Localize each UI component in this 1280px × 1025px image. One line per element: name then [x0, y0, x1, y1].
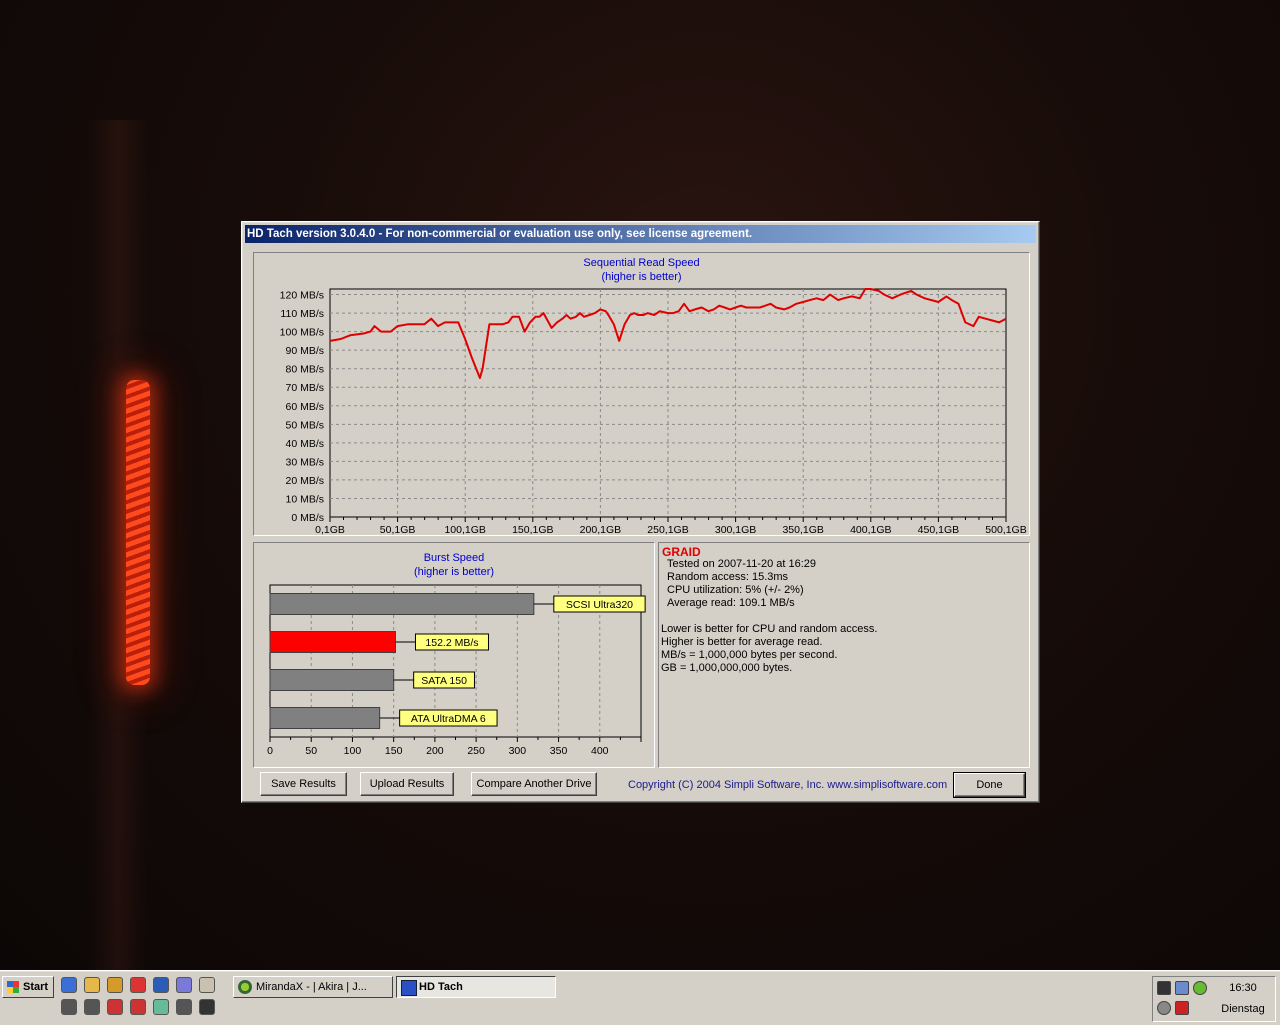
windows-logo-icon — [7, 981, 19, 993]
task-miranda-label: MirandaX - | Akira | J... — [256, 981, 367, 993]
taskbar: Start MirandaX - | Akira | J... HD Tach … — [0, 970, 1280, 1025]
burst-x-tick-label: 0 — [267, 745, 273, 757]
task-hdtach[interactable]: HD Tach — [396, 976, 556, 998]
compare-drive-button[interactable]: Compare Another Drive — [471, 772, 597, 796]
tray-miranda-icon[interactable] — [1193, 981, 1207, 995]
burst-bar-label: SCSI Ultra320 — [566, 599, 633, 611]
burst-bar-label: 152.2 MB/s — [425, 637, 478, 649]
note-lower-better: Lower is better for CPU and random acces… — [661, 623, 878, 635]
burst-speed-chart: 0 50 100 150 200 250 300 350 400 SCSI Ultra320 152… — [267, 584, 646, 757]
wallpaper-neon-light — [126, 380, 150, 685]
save-results-button[interactable]: Save Results — [260, 772, 347, 796]
app-icon[interactable] — [176, 999, 192, 1015]
hdtach-icon — [401, 980, 417, 996]
seq-y-tick-label: 0 MB/s — [291, 512, 324, 524]
burst-x-tick-label: 400 — [591, 745, 609, 757]
results-info-panel: GRAID Tested on 2007-11-20 at 16:29 Rand… — [658, 542, 1030, 768]
seq-x-tick-label: 450,1GB — [918, 524, 959, 535]
app-icon[interactable] — [130, 999, 146, 1015]
burst-x-tick-label: 200 — [426, 745, 444, 757]
burst-x-tick-label: 300 — [509, 745, 527, 757]
burst-speed-panel: Burst Speed (higher is better) 0 50 100 150… — [253, 542, 655, 768]
burst-x-tick-label: 150 — [385, 745, 403, 757]
upload-results-button[interactable]: Upload Results — [360, 772, 454, 796]
burst-bar-label: ATA UltraDMA 6 — [411, 713, 486, 725]
sequential-read-chart: 0 MB/s 10 MB/s 20 MB/s 30 MB/s 40 MB/s 50 MB/… — [280, 288, 1027, 535]
tray-network-icon[interactable] — [1175, 981, 1189, 995]
start-label: Start — [23, 981, 49, 993]
seq-y-tick-label: 40 MB/s — [285, 438, 324, 450]
system-tray: 16:30 Dienstag — [1152, 976, 1276, 1022]
burst-bar — [269, 631, 396, 653]
app-icon[interactable] — [176, 977, 192, 993]
burst-x-tick-label: 250 — [467, 745, 485, 757]
seq-x-tick-label: 150,1GB — [512, 524, 553, 535]
seq-y-tick-label: 20 MB/s — [285, 475, 324, 487]
hdtach-window[interactable]: HD Tach version 3.0.4.0 - For non-commer… — [241, 221, 1040, 803]
save-results-label: Save Results — [271, 778, 336, 790]
task-miranda[interactable]: MirandaX - | Akira | J... — [233, 976, 393, 998]
seq-x-tick-label: 250,1GB — [647, 524, 688, 535]
done-button[interactable]: Done — [953, 772, 1026, 798]
sequential-read-panel: Sequential Read Speed (higher is better)… — [253, 252, 1030, 536]
seq-x-tick-label: 200,1GB — [580, 524, 621, 535]
burst-x-tick-label: 350 — [550, 745, 568, 757]
cpu-utilization: CPU utilization: 5% (+/- 2%) — [667, 584, 804, 596]
app-icon[interactable] — [84, 999, 100, 1015]
note-mbs-definition: MB/s = 1,000,000 bytes per second. — [661, 649, 838, 661]
steam-icon[interactable] — [199, 999, 215, 1015]
average-read: Average read: 109.1 MB/s — [667, 597, 795, 609]
burst-bar — [269, 707, 381, 729]
seq-y-tick-label: 100 MB/s — [280, 327, 324, 339]
app-icon[interactable] — [107, 977, 123, 993]
tested-date: Tested on 2007-11-20 at 16:29 — [667, 558, 817, 570]
note-higher-better: Higher is better for average read. — [661, 636, 823, 648]
tray-app-icon[interactable] — [1157, 981, 1171, 995]
tray-antivirus-icon[interactable] — [1175, 1001, 1189, 1015]
seq-x-tick-label: 0,1GB — [315, 524, 345, 535]
seq-y-tick-label: 30 MB/s — [285, 456, 324, 468]
clock-day: Dienstag — [1221, 1003, 1265, 1015]
burst-bar — [269, 669, 395, 691]
mail-icon[interactable] — [84, 977, 100, 993]
ie-icon[interactable] — [61, 977, 77, 993]
upload-results-label: Upload Results — [369, 778, 445, 790]
app-icon[interactable] — [153, 999, 169, 1015]
burst-bar — [269, 593, 535, 615]
burst-bar-label: SATA 150 — [421, 675, 467, 687]
seq-x-tick-label: 300,1GB — [715, 524, 756, 535]
app-icon[interactable] — [199, 977, 215, 993]
start-button[interactable]: Start — [2, 976, 54, 998]
task-hdtach-label: HD Tach — [419, 981, 463, 993]
burst-x-tick-label: 50 — [305, 745, 317, 757]
app-icon[interactable] — [61, 999, 77, 1015]
seq-y-tick-label: 70 MB/s — [285, 382, 324, 394]
seq-y-tick-label: 90 MB/s — [285, 345, 324, 357]
seq-y-tick-label: 50 MB/s — [285, 419, 324, 431]
seq-x-tick-label: 100,1GB — [444, 524, 485, 535]
seq-y-tick-label: 60 MB/s — [285, 401, 324, 413]
seq-x-tick-label: 500,1GB — [985, 524, 1026, 535]
random-access: Random access: 15.3ms — [667, 571, 789, 583]
seq-y-tick-label: 10 MB/s — [285, 493, 324, 505]
word-icon[interactable] — [153, 977, 169, 993]
app-icon[interactable] — [107, 999, 123, 1015]
opera-icon[interactable] — [130, 977, 146, 993]
seq-y-tick-label: 80 MB/s — [285, 364, 324, 376]
done-label: Done — [976, 779, 1003, 791]
window-title[interactable]: HD Tach version 3.0.4.0 - For non-commer… — [245, 225, 1036, 243]
copyright-text: Copyright (C) 2004 Simpli Software, Inc.… — [628, 779, 948, 791]
clock[interactable]: 16:30 — [1217, 982, 1269, 994]
seq-y-tick-label: 120 MB/s — [280, 290, 324, 302]
miranda-icon — [238, 980, 252, 994]
burst-x-tick-label: 100 — [344, 745, 362, 757]
seq-x-tick-label: 400,1GB — [850, 524, 891, 535]
seq-x-tick-label: 350,1GB — [782, 524, 823, 535]
note-gb-definition: GB = 1,000,000,000 bytes. — [661, 662, 793, 674]
compare-drive-label: Compare Another Drive — [476, 778, 592, 790]
seq-y-tick-label: 110 MB/s — [280, 308, 324, 320]
seq-x-tick-label: 50,1GB — [380, 524, 416, 535]
drive-name: GRAID — [662, 545, 701, 559]
tray-settings-icon[interactable] — [1157, 1001, 1171, 1015]
